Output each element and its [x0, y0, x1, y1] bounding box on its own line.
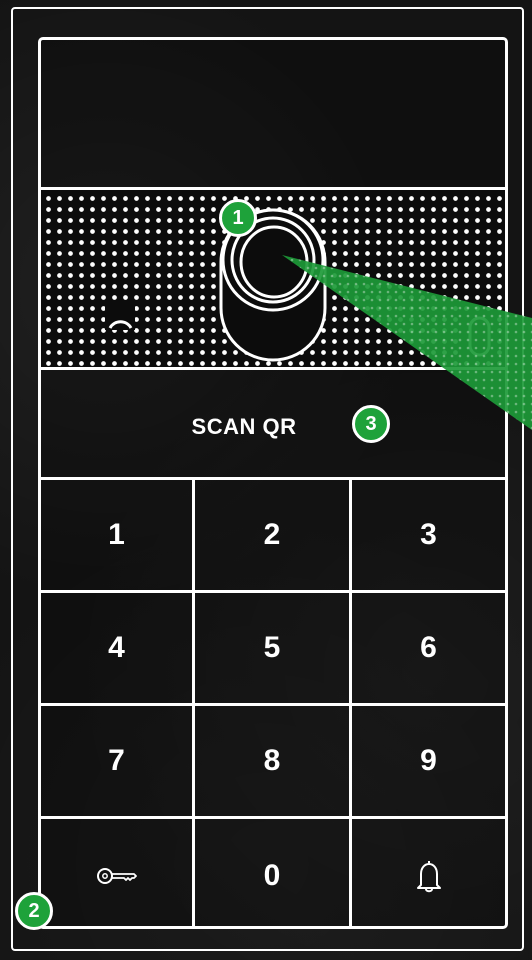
scan-beam — [282, 255, 532, 430]
callout-badge-1: 1 — [219, 199, 257, 237]
callout-badge-3: 3 — [352, 405, 390, 443]
scan-beam-texture — [282, 255, 532, 430]
callout-badge-2: 2 — [15, 892, 53, 930]
